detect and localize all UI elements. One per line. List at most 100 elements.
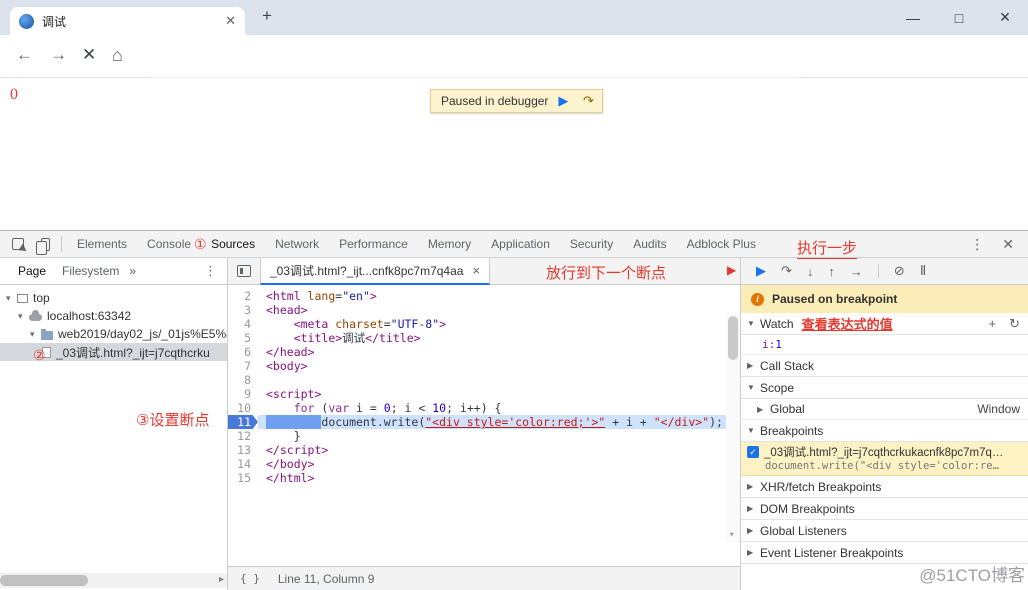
new-tab-button[interactable]: + — [262, 6, 272, 26]
checkbox-checked-icon[interactable]: ✓ — [747, 446, 759, 458]
code-line[interactable]: </head> — [258, 345, 726, 359]
banner-step-over-button[interactable]: ↷ — [578, 91, 598, 111]
file-tab-close-icon[interactable]: × — [472, 263, 480, 278]
tree-item[interactable]: ▾localhost:63342 — [0, 307, 227, 325]
section-scope[interactable]: ▼Scope — [741, 377, 1028, 399]
resume-button[interactable]: ▶ — [756, 263, 766, 279]
editor-vertical-scrollbar[interactable]: ▾ — [726, 312, 740, 542]
info-icon: i — [751, 293, 764, 306]
section-watch[interactable]: ▼Watch查看表达式的值+↻ — [741, 313, 1028, 335]
devtools-tab-network[interactable]: Network — [265, 231, 329, 258]
browser-tab[interactable]: 调试 ✕ — [10, 7, 245, 35]
devtools-tab-application[interactable]: Application — [481, 231, 560, 258]
code-line[interactable]: </html> — [258, 471, 726, 485]
navigator-tab-page[interactable]: Page — [10, 264, 54, 278]
devtools-tab-sources[interactable]: Sources — [201, 231, 265, 258]
scrollbar-arrow-icon[interactable]: ▸ — [219, 574, 224, 585]
tab-close-icon[interactable]: ✕ — [225, 13, 236, 29]
code-line[interactable]: } — [258, 429, 726, 443]
file-tab[interactable]: _03调试.html?_ijt...cnfk8pc7m7q4aa × — [260, 258, 490, 285]
debugger-toolbar: ▶ ↷ ↓ ↑ → ⊘ Ⅱ — [741, 258, 1028, 285]
line-number[interactable]: 5 — [228, 331, 258, 345]
home-button[interactable]: ⌂ — [112, 45, 123, 66]
code-line[interactable]: <head> — [258, 303, 726, 317]
scrollbar-thumb[interactable] — [728, 316, 738, 360]
step-over-button[interactable]: ↷ — [781, 263, 792, 279]
section-breakpoints[interactable]: ▼Breakpoints — [741, 420, 1028, 442]
close-window-button[interactable]: × — [982, 0, 1028, 35]
expander-icon[interactable]: ▾ — [6, 293, 17, 304]
code-token: for — [294, 401, 315, 415]
tree-item[interactable]: ▾top — [0, 289, 227, 307]
deactivate-breakpoints-button[interactable]: ⊘ — [894, 263, 905, 279]
device-toolbar-icon[interactable] — [41, 238, 50, 251]
devtools-tab-console[interactable]: Console — [137, 231, 201, 258]
devtools-close-icon[interactable]: ✕ — [1002, 236, 1014, 253]
code-line[interactable]: <meta charset="UTF-8"> — [258, 317, 726, 331]
refresh-icon[interactable]: ↻ — [1009, 316, 1020, 332]
code-line[interactable]: </body> — [258, 457, 726, 471]
code-line[interactable]: <title>调试</title> — [258, 331, 726, 345]
inspect-element-icon[interactable] — [12, 238, 24, 250]
devtools-tab-elements[interactable]: Elements — [67, 231, 137, 258]
line-number[interactable]: 10 — [228, 401, 258, 415]
code-line[interactable]: for (var i = 0; i < 10; i++) { — [258, 401, 726, 415]
code-line[interactable]: document.write("<div style='color:red;'>… — [258, 415, 726, 429]
code-line[interactable]: <html lang="en"> — [258, 289, 726, 303]
navigator-horizontal-scrollbar[interactable]: ▸ — [0, 573, 227, 588]
devtools-tab-security[interactable]: Security — [560, 231, 623, 258]
stop-button[interactable]: ✕ — [82, 45, 96, 65]
line-number[interactable]: 4 — [228, 317, 258, 331]
step-out-button[interactable]: ↑ — [828, 264, 835, 279]
watch-expression[interactable]: i: 1 — [741, 335, 1028, 355]
line-number[interactable]: 13 — [228, 443, 258, 457]
line-number[interactable]: 8 — [228, 373, 258, 387]
line-number[interactable]: 15 — [228, 471, 258, 485]
navigator-tab-filesystem[interactable]: Filesystem — [54, 264, 127, 278]
scope-global-row[interactable]: ▶GlobalWindow — [741, 399, 1028, 420]
line-number[interactable]: 12 — [228, 429, 258, 443]
line-number[interactable]: 14 — [228, 457, 258, 471]
devtools-tab-adblock-plus[interactable]: Adblock Plus — [677, 231, 766, 258]
back-button[interactable]: ← — [16, 45, 33, 65]
navigator-overflow-icon[interactable]: » — [129, 264, 136, 278]
line-number[interactable]: 11 — [228, 415, 258, 429]
scrollbar-down-arrow-icon[interactable]: ▾ — [729, 530, 734, 540]
breakpoint-entry[interactable]: ✓_03调试.html?_ijt=j7cqthcrkukacnfk8pc7m7q… — [741, 442, 1028, 476]
navigator-toggle-icon[interactable] — [237, 265, 251, 277]
section-dom-breakpoints[interactable]: ▶DOM Breakpoints — [741, 498, 1028, 520]
forward-button[interactable]: → — [50, 45, 67, 65]
devtools-tab-performance[interactable]: Performance — [329, 231, 418, 258]
step-into-button[interactable]: ↓ — [807, 264, 814, 279]
banner-resume-button[interactable]: ▶ — [553, 91, 573, 111]
line-number[interactable]: 2 — [228, 289, 258, 303]
minimize-button[interactable]: — — [890, 0, 936, 35]
line-number[interactable]: 6 — [228, 345, 258, 359]
pretty-print-icon[interactable]: { } — [240, 572, 260, 585]
devtools-tab-audits[interactable]: Audits — [623, 231, 676, 258]
chevron-icon: ▶ — [747, 548, 760, 557]
devtools-tab-memory[interactable]: Memory — [418, 231, 481, 258]
add-watch-icon[interactable]: + — [989, 316, 997, 331]
line-number[interactable]: 9 — [228, 387, 258, 401]
step-button[interactable]: → — [850, 264, 863, 279]
pause-on-exceptions-button[interactable]: Ⅱ — [920, 263, 926, 279]
line-number[interactable]: 7 — [228, 359, 258, 373]
section-xhr-fetch-breakpoints[interactable]: ▶XHR/fetch Breakpoints — [741, 476, 1028, 498]
scrollbar-thumb[interactable] — [0, 575, 88, 586]
navigator-tab-bar: PageFilesystem » ⋮ — [0, 258, 227, 285]
tree-item[interactable]: ▾web2019/day02_js/_01js%E5%8 — [0, 325, 227, 343]
code-line[interactable]: <script> — [258, 387, 726, 401]
code-line[interactable]: </script> — [258, 443, 726, 457]
devtools-menu-icon[interactable]: ⋮ — [970, 236, 984, 253]
navigator-menu-icon[interactable]: ⋮ — [204, 263, 227, 279]
code-line[interactable] — [258, 373, 726, 387]
line-number[interactable]: 3 — [228, 303, 258, 317]
code-token: <title> — [294, 331, 342, 345]
code-line[interactable]: <body> — [258, 359, 726, 373]
expander-icon[interactable]: ▾ — [30, 329, 41, 340]
section-global-listeners[interactable]: ▶Global Listeners — [741, 520, 1028, 542]
section-call-stack[interactable]: ▶Call Stack — [741, 355, 1028, 377]
expander-icon[interactable]: ▾ — [18, 311, 29, 322]
maximize-button[interactable]: □ — [936, 0, 982, 35]
